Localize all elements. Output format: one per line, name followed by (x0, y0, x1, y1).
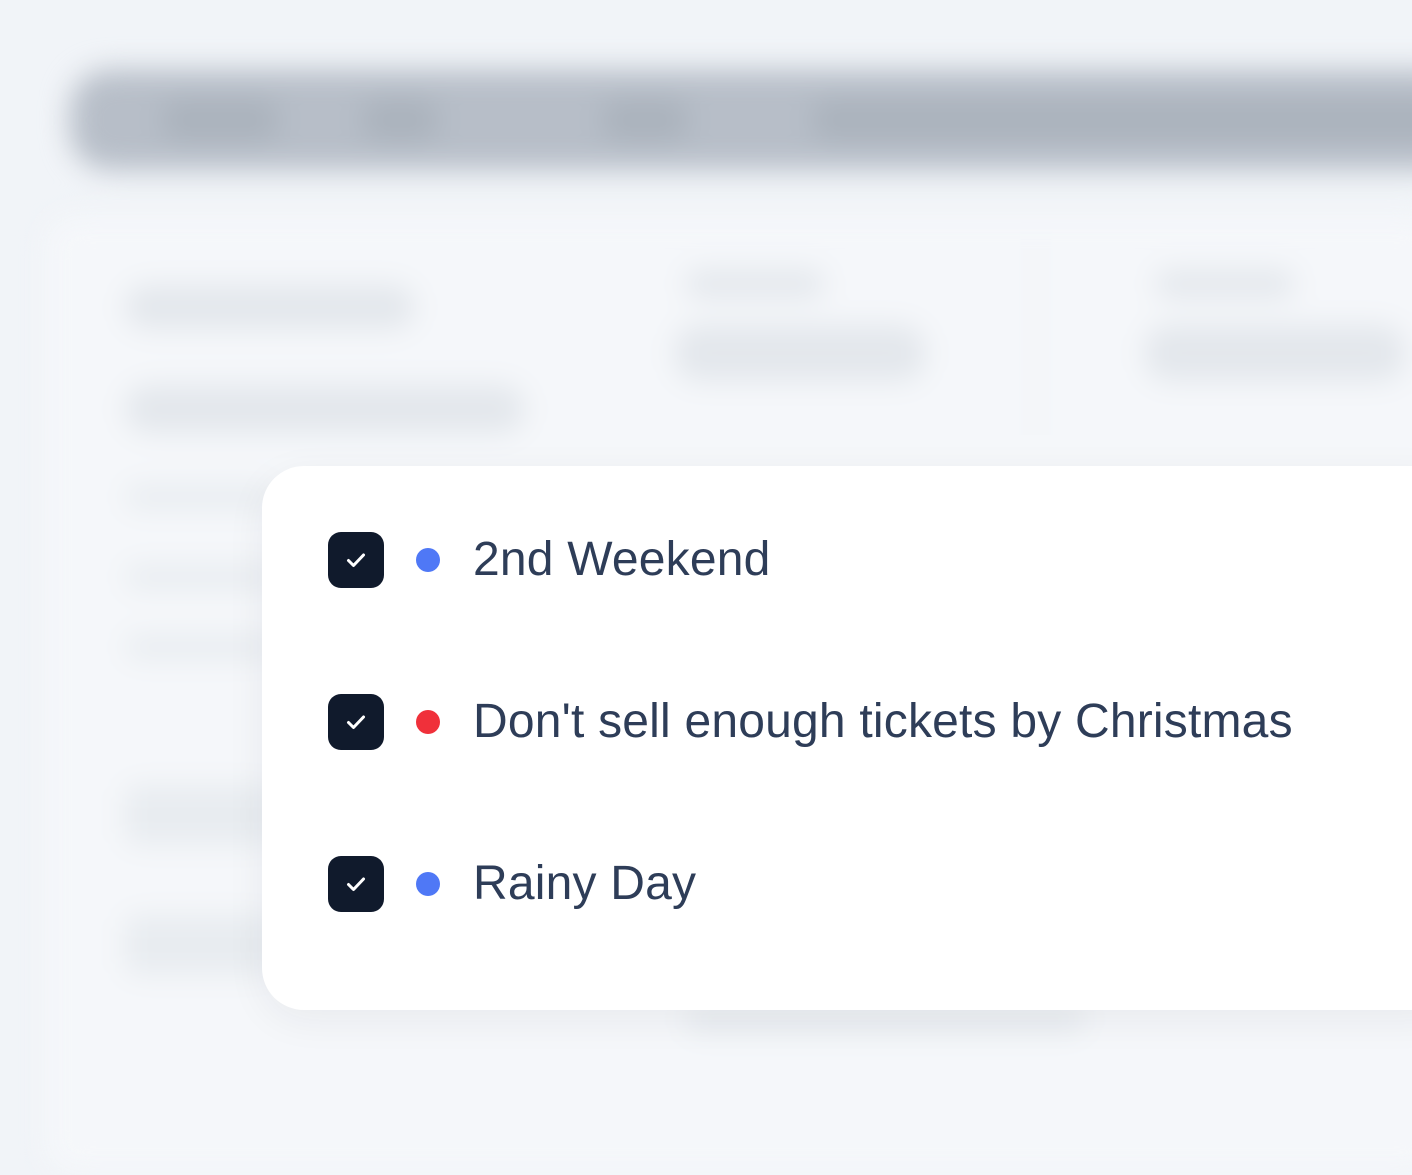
checkmark-icon (347, 715, 365, 729)
checkbox-checked[interactable] (328, 532, 384, 588)
filter-item-not-enough-tickets[interactable]: Don't sell enough tickets by Christmas (328, 694, 1293, 750)
filter-item-label: 2nd Weekend (473, 533, 771, 586)
checkbox-checked[interactable] (328, 856, 384, 912)
color-dot-indicator (416, 872, 440, 896)
filter-item-label: Rainy Day (473, 857, 697, 910)
filter-item-2nd-weekend[interactable]: 2nd Weekend (328, 532, 771, 588)
checkbox-checked[interactable] (328, 694, 384, 750)
filter-item-rainy-day[interactable]: Rainy Day (328, 856, 696, 912)
checkmark-icon (347, 877, 365, 891)
color-dot-indicator (416, 710, 440, 734)
color-dot-indicator (416, 548, 440, 572)
blurred-top-bar (70, 70, 1412, 170)
filter-item-label: Don't sell enough tickets by Christmas (473, 695, 1293, 748)
checkmark-icon (347, 553, 365, 567)
filter-list-card: 2nd Weekend Don't sell enough tickets by… (262, 466, 1412, 1010)
